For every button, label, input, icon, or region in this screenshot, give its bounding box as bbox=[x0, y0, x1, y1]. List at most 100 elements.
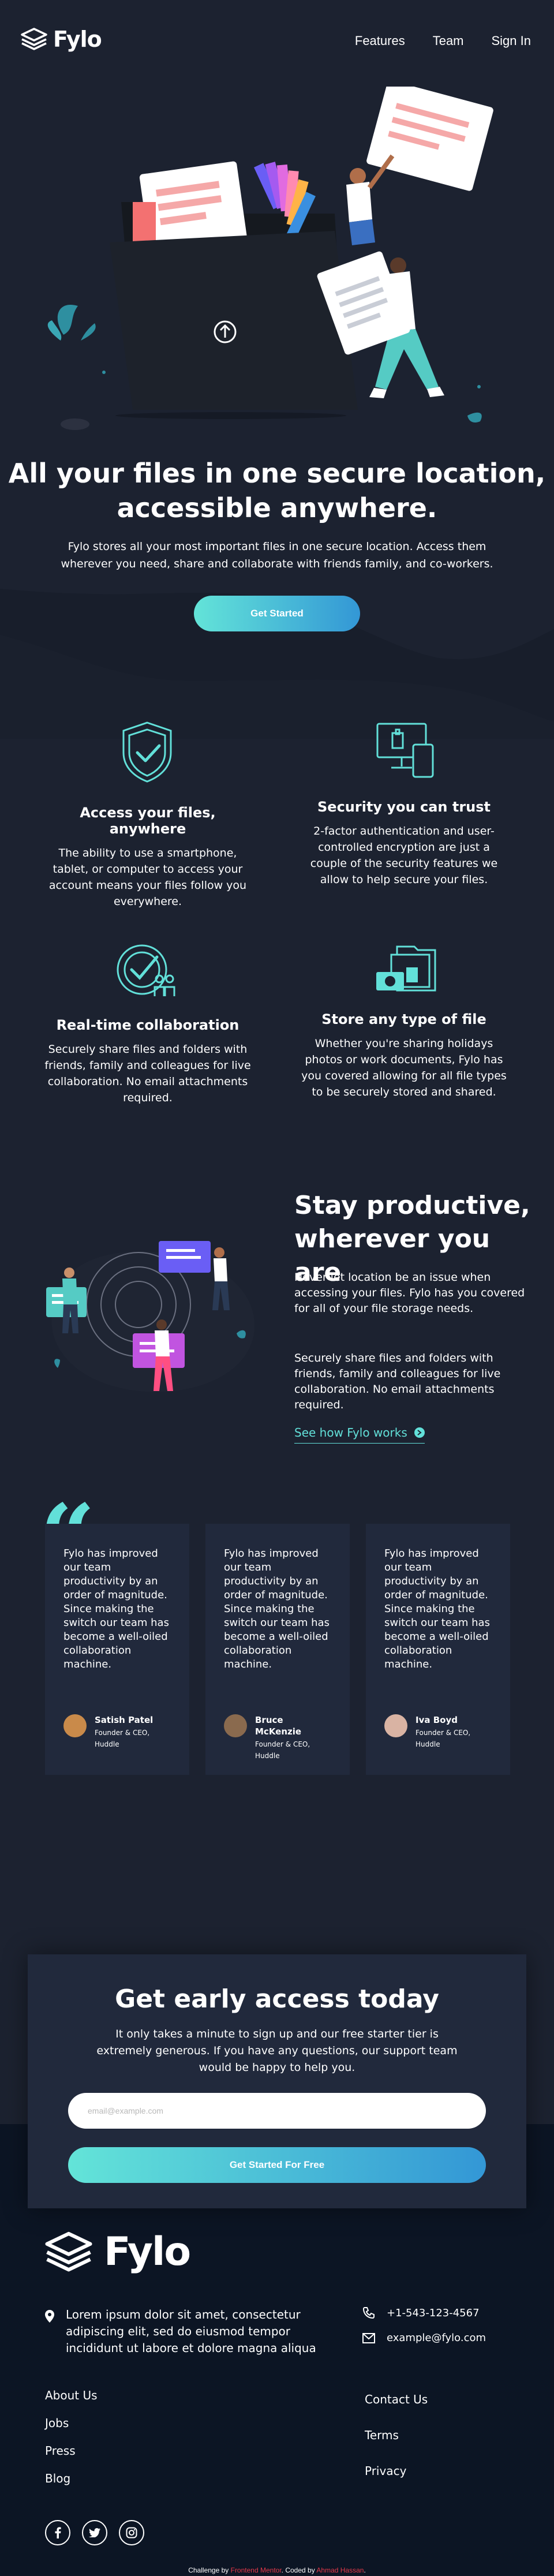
page: Fylo Features Team Sign In All your file… bbox=[0, 0, 554, 2576]
address-text: Lorem ipsum dolor sit amet, consectetur … bbox=[66, 2308, 316, 2355]
author-role: Founder & CEO, Huddle bbox=[255, 1738, 310, 1762]
feature-access-title: Access your files, anywhere bbox=[80, 805, 216, 837]
footer-links-col2: Contact Us Terms Privacy bbox=[365, 2381, 428, 2489]
see-how-fylo-works-label: See how Fylo works bbox=[294, 1426, 407, 1440]
author-role-title: Founder & CEO, bbox=[255, 1740, 310, 1748]
attribution-prefix: Challenge by bbox=[188, 2566, 231, 2574]
email-address: example@fylo.com bbox=[387, 2332, 486, 2344]
testimonial-author: Satish Patel Founder & CEO, Huddle bbox=[63, 1714, 153, 1750]
footer-link-press[interactable]: Press bbox=[45, 2437, 98, 2465]
phone-number: +1-543-123-4567 bbox=[387, 2306, 480, 2319]
author-role: Founder & CEO, Huddle bbox=[95, 1727, 153, 1750]
feature-file-types: Store any type of file Whether you're sh… bbox=[300, 1011, 508, 1100]
avatar bbox=[224, 1714, 247, 1737]
feature-security: Security you can trust 2-factor authenti… bbox=[300, 799, 508, 888]
author-role-company: Huddle bbox=[415, 1740, 440, 1748]
productive-paragraph-2: Securely share files and folders with fr… bbox=[294, 1352, 501, 1411]
author-first-name: Bruce bbox=[255, 1715, 283, 1725]
avatar bbox=[384, 1714, 407, 1737]
early-access-section: Get early access today It only takes a m… bbox=[28, 1954, 526, 2208]
feature-collaboration-title: Real-time collaboration bbox=[56, 1017, 239, 1033]
feature-collaboration-text: Securely share files and folders with fr… bbox=[44, 1043, 251, 1104]
testimonial-text: Fylo has improved our team productivity … bbox=[63, 1547, 169, 1670]
footer-link-about-us[interactable]: About Us bbox=[45, 2381, 98, 2409]
footer-email: example@fylo.com bbox=[362, 2332, 486, 2344]
social-links bbox=[45, 2520, 144, 2545]
author-role-title: Founder & CEO, bbox=[95, 1729, 150, 1737]
attribution-middle: . Coded by bbox=[281, 2566, 317, 2574]
early-access-text: It only takes a minute to sign up and ou… bbox=[96, 2028, 458, 2074]
security-devices-icon bbox=[376, 723, 434, 778]
productive-illustration bbox=[46, 1241, 254, 1392]
hero-title-line1: All your files in one secure location, bbox=[8, 458, 546, 489]
twitter-icon[interactable] bbox=[82, 2520, 107, 2545]
footer-link-blog[interactable]: Blog bbox=[45, 2465, 98, 2492]
email-icon bbox=[362, 2332, 375, 2343]
feature-security-title: Security you can trust bbox=[317, 799, 491, 815]
author-role-company: Huddle bbox=[95, 1740, 119, 1748]
author-last-name: McKenzie bbox=[255, 1726, 302, 1737]
author-link[interactable]: Ahmad Hassan bbox=[316, 2566, 364, 2574]
file-types-icon bbox=[376, 945, 436, 992]
feature-access-text: The ability to use a smartphone, tablet,… bbox=[48, 847, 247, 908]
footer-link-contact-us[interactable]: Contact Us bbox=[365, 2381, 428, 2417]
hero-curve-background bbox=[0, 589, 554, 739]
avatar bbox=[63, 1714, 87, 1737]
brand-name: Fylo bbox=[53, 27, 102, 52]
stack-logo-icon bbox=[21, 28, 47, 50]
see-how-fylo-works-link[interactable]: See how Fylo works bbox=[294, 1426, 425, 1444]
attribution-suffix: . bbox=[364, 2566, 366, 2574]
feature-access: Access your files, anywhere The ability … bbox=[44, 805, 252, 910]
main-nav: Features Team Sign In bbox=[355, 33, 531, 48]
testimonial-text: Fylo has improved our team productivity … bbox=[224, 1547, 330, 1670]
get-started-free-button[interactable]: Get Started For Free bbox=[68, 2147, 486, 2183]
footer-brand-name: Fylo bbox=[104, 2229, 191, 2275]
testimonial-card: Fylo has improved our team productivity … bbox=[45, 1524, 189, 1775]
hero-illustration bbox=[47, 87, 493, 430]
hero-title-line2: accessible anywhere. bbox=[117, 492, 437, 524]
footer-link-terms[interactable]: Terms bbox=[365, 2417, 428, 2453]
feature-collaboration: Real-time collaboration Securely share f… bbox=[44, 1017, 252, 1106]
testimonial-author: Iva Boyd Founder & CEO, Huddle bbox=[384, 1714, 470, 1750]
arrow-circle-icon bbox=[414, 1427, 425, 1438]
feature-file-types-title: Store any type of file bbox=[321, 1011, 486, 1027]
instagram-icon[interactable] bbox=[119, 2520, 144, 2545]
collaboration-icon bbox=[117, 944, 175, 996]
hero-title: All your files in one secure location, a… bbox=[0, 456, 554, 525]
phone-icon bbox=[362, 2307, 375, 2319]
author-role: Founder & CEO, Huddle bbox=[415, 1727, 470, 1750]
header: Fylo Features Team Sign In bbox=[0, 0, 554, 81]
author-role-title: Founder & CEO, bbox=[415, 1729, 471, 1737]
nav-team[interactable]: Team bbox=[433, 33, 464, 48]
author-role-company: Huddle bbox=[255, 1752, 280, 1760]
productive-title-line1: Stay productive, bbox=[294, 1191, 530, 1220]
testimonial-card: Fylo has improved our team productivity … bbox=[205, 1524, 350, 1775]
hero-description: Fylo stores all your most important file… bbox=[61, 540, 493, 570]
feature-security-text: 2-factor authentication and user-control… bbox=[310, 825, 498, 886]
footer-links-col1: About Us Jobs Press Blog bbox=[45, 2381, 98, 2492]
footer-brand-logo[interactable]: Fylo bbox=[45, 2229, 191, 2275]
email-field[interactable]: email@example.com bbox=[68, 2093, 486, 2129]
productive-paragraph-1: Never let location be an issue when acce… bbox=[294, 1271, 525, 1315]
footer-address: Lorem ipsum dolor sit amet, consectetur … bbox=[45, 2306, 325, 2357]
stack-logo-icon bbox=[45, 2231, 92, 2271]
author-name: Iva Boyd bbox=[415, 1715, 458, 1725]
author-name: Bruce McKenzie bbox=[255, 1714, 310, 1737]
nav-sign-in[interactable]: Sign In bbox=[492, 33, 531, 48]
access-shield-icon bbox=[122, 721, 172, 783]
location-pin-icon bbox=[45, 2310, 54, 2323]
testimonial-card: Fylo has improved our team productivity … bbox=[366, 1524, 510, 1775]
footer-link-privacy[interactable]: Privacy bbox=[365, 2453, 428, 2489]
frontend-mentor-link[interactable]: Frontend Mentor bbox=[231, 2566, 282, 2574]
testimonial-author: Bruce McKenzie Founder & CEO, Huddle bbox=[224, 1714, 310, 1762]
facebook-icon[interactable] bbox=[45, 2520, 70, 2545]
brand-logo[interactable]: Fylo bbox=[21, 27, 102, 52]
early-access-title: Get early access today bbox=[115, 1984, 439, 2014]
footer-link-jobs[interactable]: Jobs bbox=[45, 2409, 98, 2437]
get-started-button[interactable]: Get Started bbox=[194, 596, 360, 631]
attribution: Challenge by Frontend Mentor. Coded by A… bbox=[0, 2566, 554, 2574]
footer-phone: +1-543-123-4567 bbox=[362, 2306, 480, 2319]
nav-features[interactable]: Features bbox=[355, 33, 405, 48]
testimonial-text: Fylo has improved our team productivity … bbox=[384, 1547, 490, 1670]
feature-file-types-text: Whether you're sharing holidays photos o… bbox=[301, 1037, 507, 1098]
